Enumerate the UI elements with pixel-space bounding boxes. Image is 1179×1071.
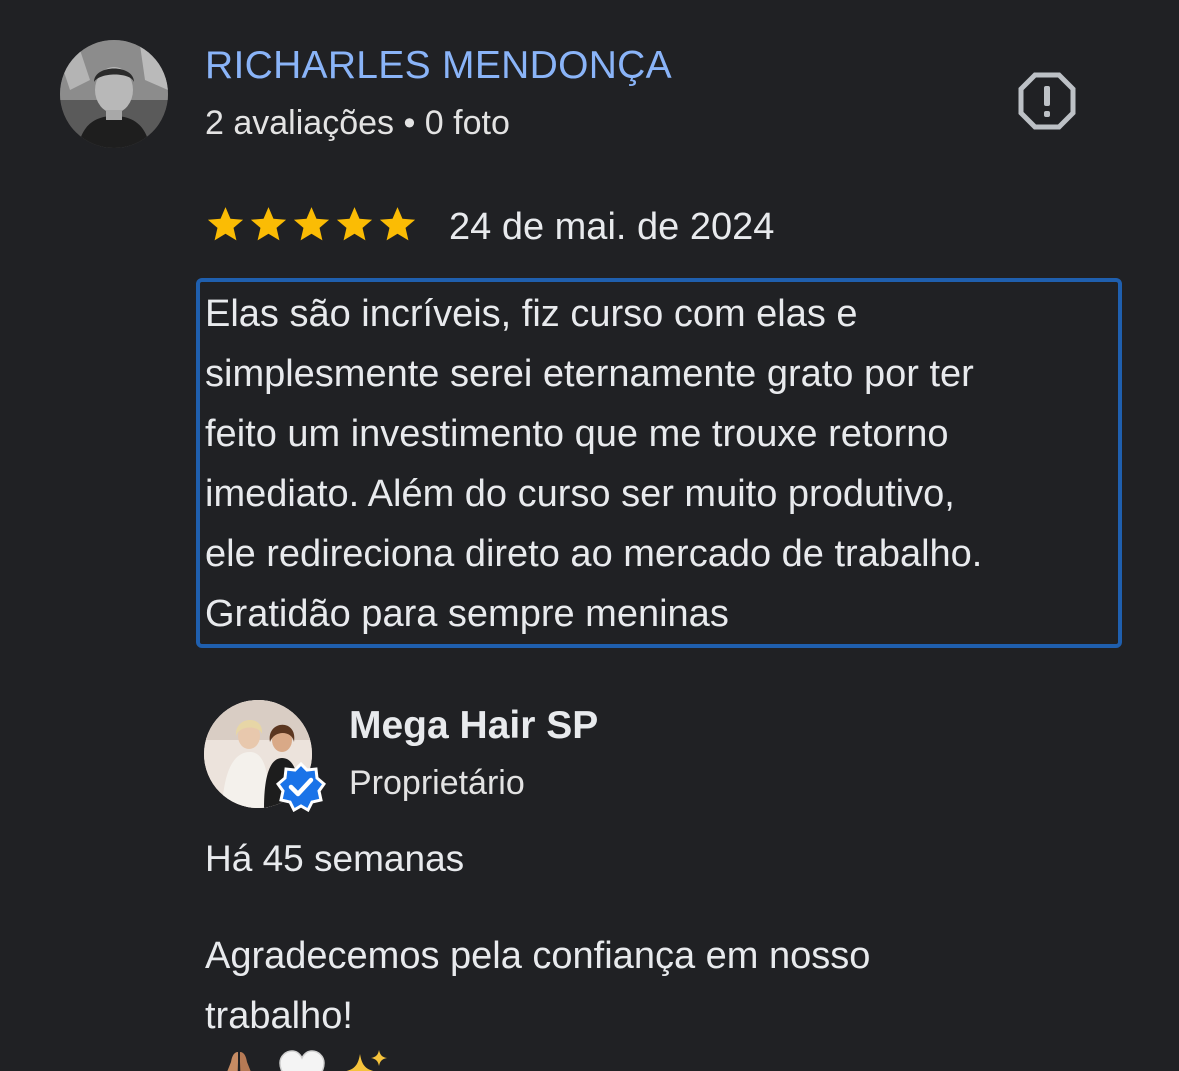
reply-emojis [213, 1046, 1105, 1071]
sparkles-icon [346, 1050, 388, 1071]
review-line: Gratidão para sempre meninas [205, 593, 729, 635]
reply-line: trabalho! [205, 995, 353, 1037]
owner-name[interactable]: Mega Hair SP [349, 704, 598, 748]
star-rating [205, 204, 418, 248]
star-icon [293, 207, 330, 241]
reviewer-name[interactable]: RICHARLES MENDONÇA [205, 44, 672, 88]
reply-line: Agradecemos pela confiança em nosso [205, 935, 871, 977]
folded-hands-icon [227, 1052, 251, 1071]
owner-role-label: Proprietário [349, 764, 525, 802]
star-icon [379, 207, 416, 241]
reply-timestamp: Há 45 semanas [205, 838, 465, 879]
report-icon[interactable] [1018, 72, 1076, 130]
star-icon [250, 207, 287, 241]
review-card: RICHARLES MENDONÇA 2 avaliações • 0 foto… [0, 0, 1179, 1071]
reply-text: Agradecemos pela confiança em nosso trab… [205, 926, 1105, 1071]
star-icon [207, 207, 244, 241]
review-line: ele redireciona direto ao mercado de tra… [205, 533, 983, 575]
star-icon [336, 207, 373, 241]
review-line: simplesmente serei eternamente grato por… [205, 353, 974, 395]
white-heart-icon [278, 1050, 325, 1071]
review-line: Elas são incríveis, fiz curso com elas e [205, 293, 858, 335]
reply-line-last: trabalho! [205, 986, 1105, 1071]
reviewer-avatar[interactable] [60, 40, 168, 148]
reviewer-stats: 2 avaliações • 0 foto [205, 104, 510, 142]
review-date: 24 de mai. de 2024 [449, 206, 775, 248]
reviewer-photo [60, 40, 168, 148]
review-line: imediato. Além do curso ser muito produt… [205, 473, 955, 515]
verified-badge-icon [275, 761, 327, 813]
review-line: feito um investimento que me trouxe reto… [205, 413, 949, 455]
review-text: Elas são incríveis, fiz curso com elas e… [205, 284, 1105, 644]
